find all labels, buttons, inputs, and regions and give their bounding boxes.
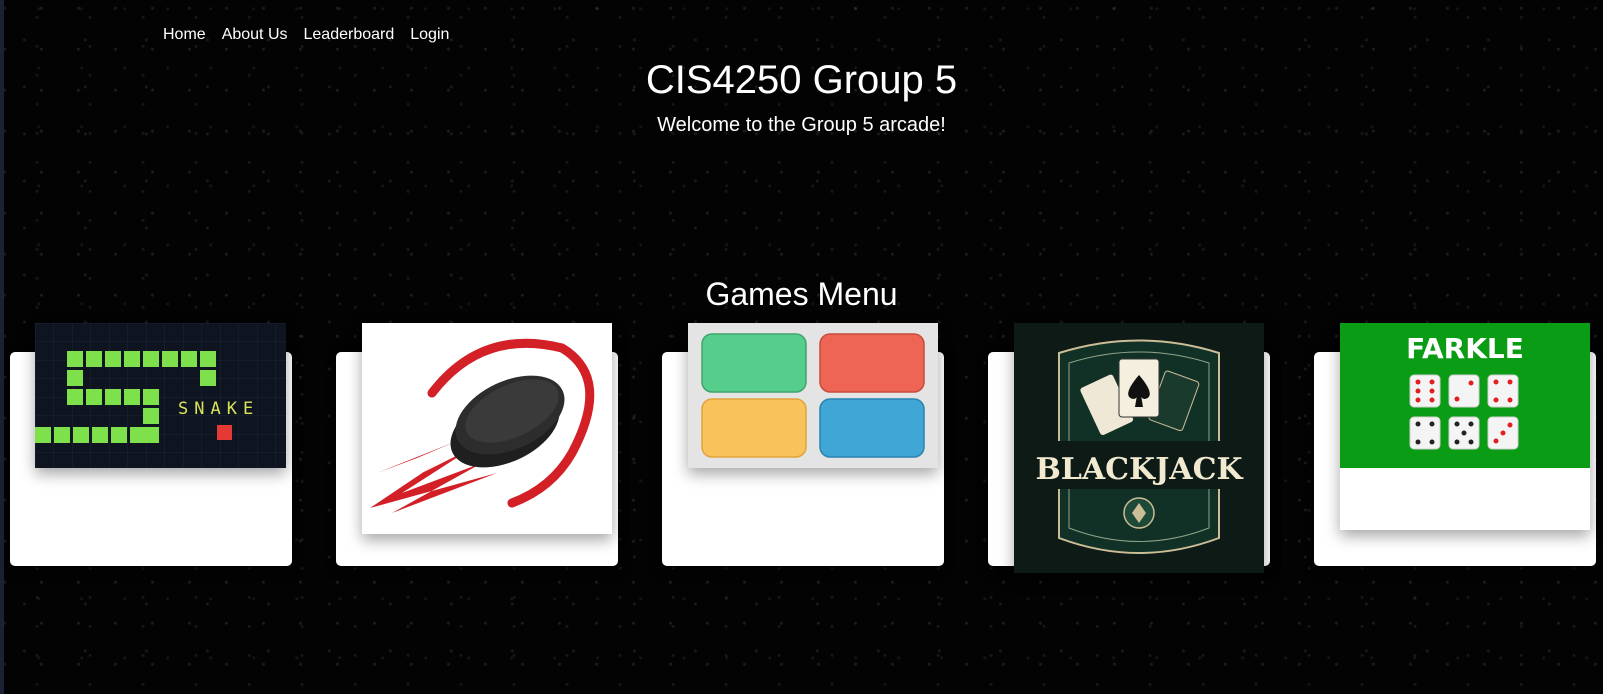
nav-about-us[interactable]: About Us [222,26,288,44]
farkle-label: FARKLE [1406,332,1524,365]
welcome-text: Welcome to the Group 5 arcade! [657,114,946,136]
farkle-thumbnail: FARKLE [1340,323,1590,468]
farkle-dice-icon[interactable]: FARKLE [1340,323,1590,530]
nav-leaderboard[interactable]: Leaderboard [304,26,395,44]
snake-thumbnail: SNAKE [35,323,286,468]
tiles-thumbnail [688,323,938,468]
snake-game-icon[interactable]: SNAKE [35,323,286,468]
color-tiles-icon[interactable] [688,323,938,468]
blackjack-icon[interactable]: BLACKJACK [1014,323,1264,573]
window-edge [0,0,4,694]
hockey-thumbnail [370,338,595,513]
main-nav: Home About Us Leaderboard Login [163,26,449,44]
hockey-puck-icon[interactable] [362,323,612,534]
blackjack-label: BLACKJACK [1035,452,1243,487]
nav-login[interactable]: Login [410,26,449,44]
page-title: CIS4250 Group 5 [645,58,958,102]
games-menu-heading: Games Menu [705,276,898,312]
nav-home[interactable]: Home [163,26,206,44]
snake-label: SNAKE [178,399,259,419]
blackjack-thumbnail: BLACKJACK [1014,323,1264,573]
